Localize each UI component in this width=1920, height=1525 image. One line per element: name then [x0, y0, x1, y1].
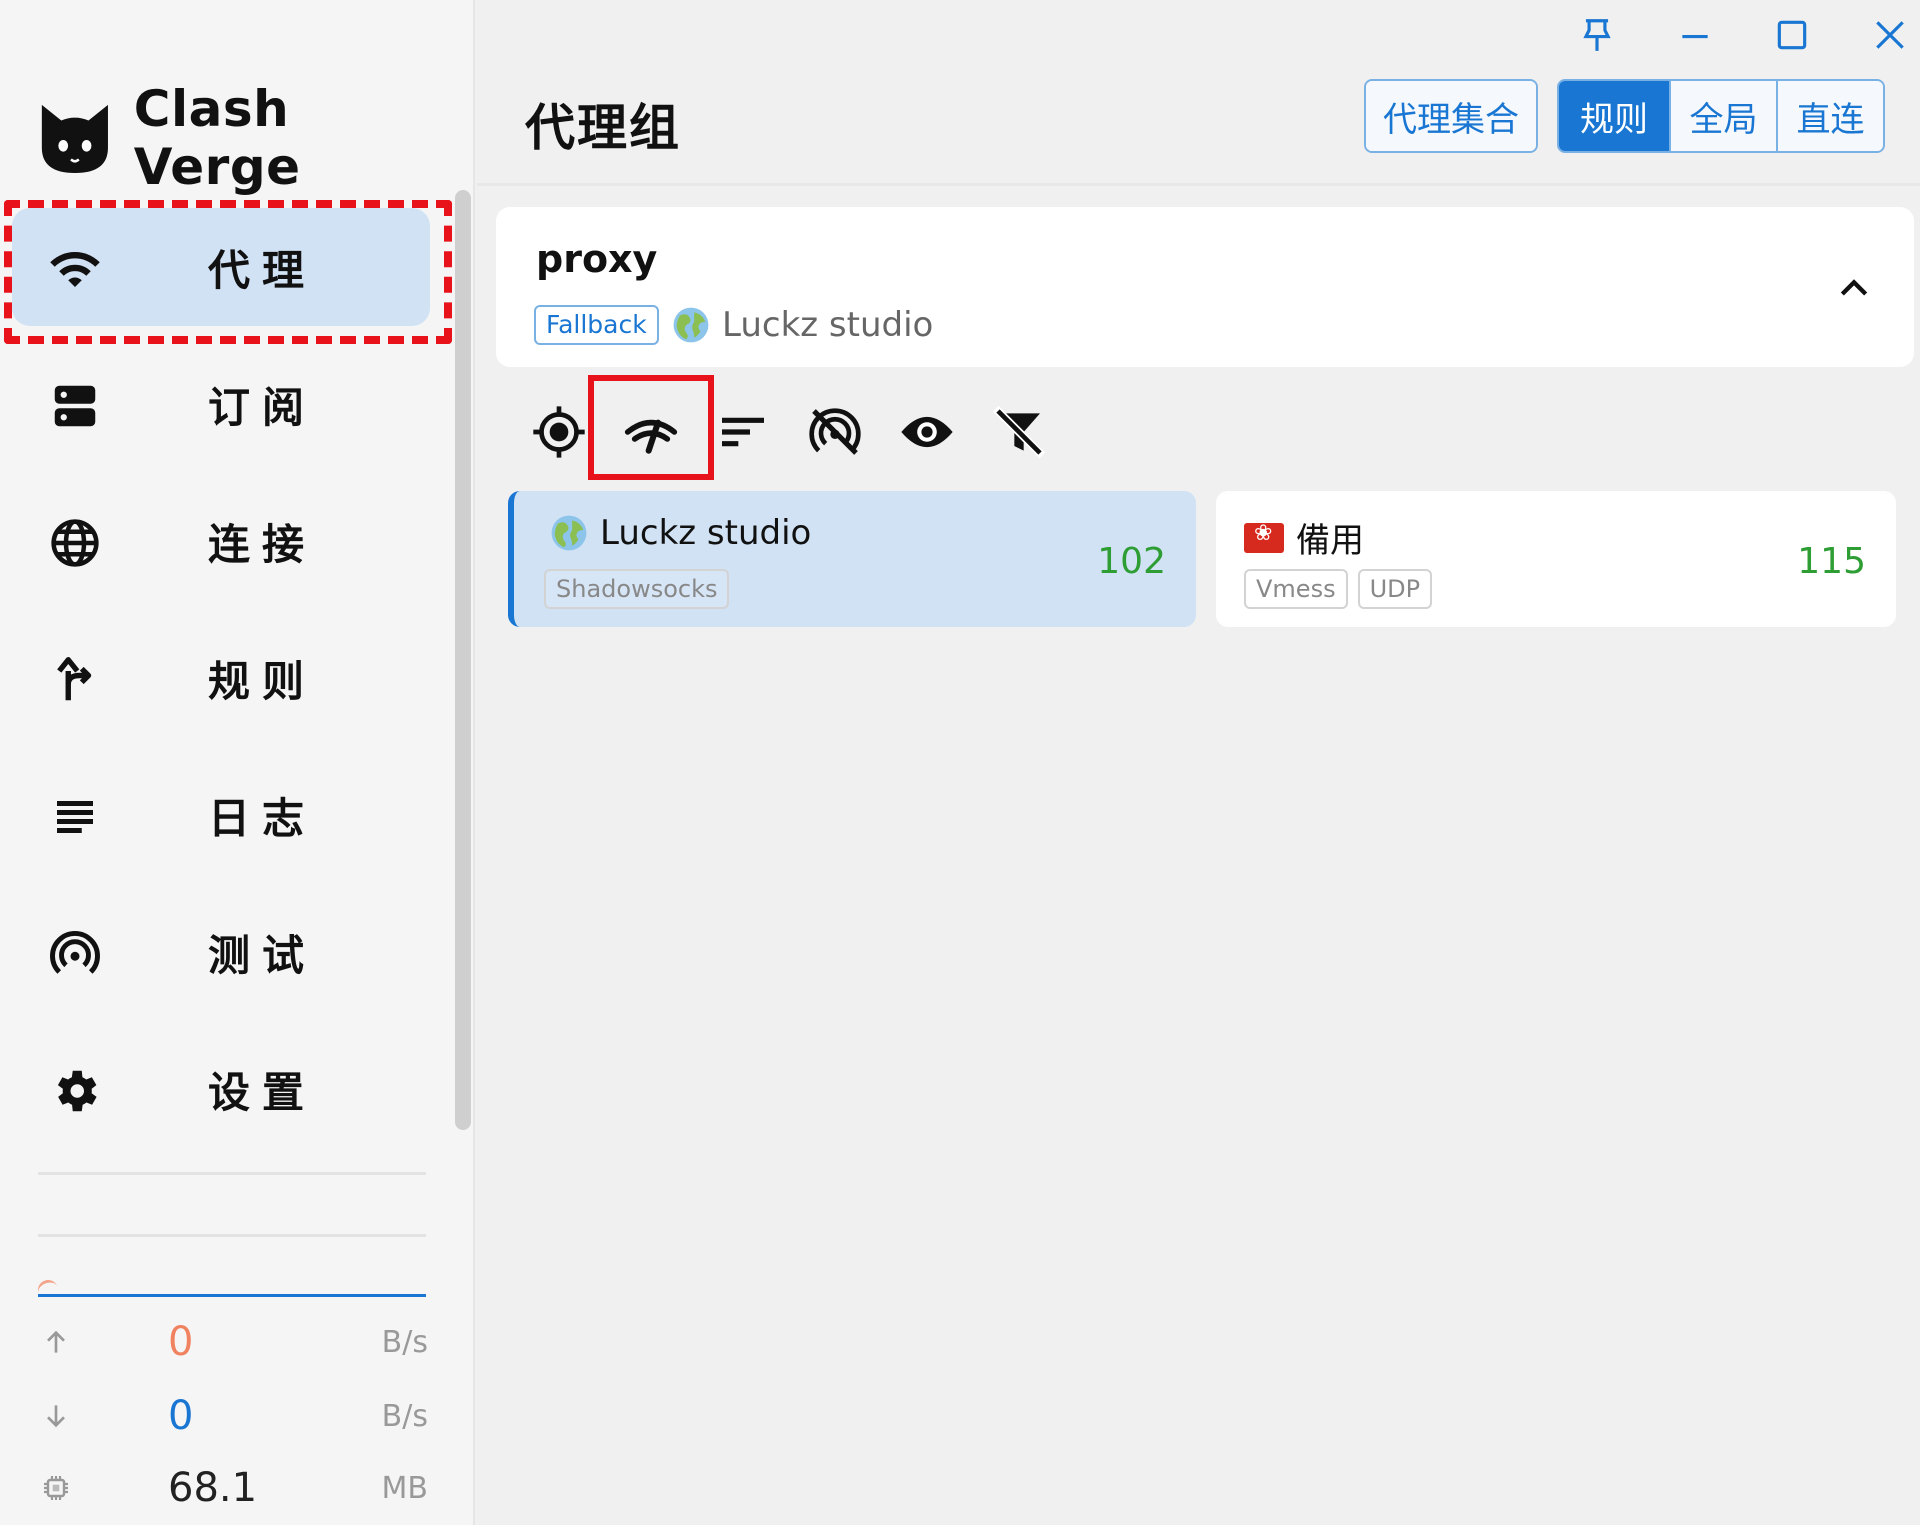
proxy-item-selected[interactable]: Luckz studio Shadowsocks 102 [508, 491, 1196, 627]
page-title: 代理组 [525, 99, 681, 157]
proxy-item[interactable]: 備用 Vmess UDP 115 [1216, 491, 1896, 627]
sort-icon [722, 417, 764, 447]
app-name: Clash Verge [133, 80, 301, 196]
mode-direct-button[interactable]: 直连 [1776, 81, 1883, 151]
group-type-badge: Fallback [534, 305, 659, 345]
upload-speed: 0 B/s [38, 1312, 428, 1372]
speed-test-button[interactable] [619, 400, 683, 464]
sidebar-item-label: 日志 [208, 793, 317, 843]
maximize-icon [1777, 20, 1807, 50]
minimize-icon [1682, 35, 1708, 39]
download-unit: B/s [381, 1398, 428, 1434]
upload-unit: B/s [381, 1324, 428, 1360]
sidebar-item-test[interactable]: 测试 [12, 893, 430, 1011]
fork-icon [48, 653, 102, 707]
hide-unavailable-button[interactable] [803, 400, 867, 464]
sidebar-item-label: 测试 [208, 930, 317, 980]
globe-emoji-icon [551, 515, 587, 551]
pin-window-button[interactable] [1572, 10, 1622, 60]
sidebar-item-label: 订阅 [208, 382, 317, 432]
sidebar-item-label: 代理 [208, 245, 317, 295]
divider [38, 1234, 426, 1237]
app-logo: Clash Verge [36, 80, 473, 196]
proxy-set-button[interactable]: 代理集合 [1364, 79, 1538, 153]
filter-off-icon [992, 405, 1046, 459]
sidebar-item-label: 规则 [208, 656, 317, 706]
upload-value: 0 [168, 1319, 194, 1365]
proxy-name: Luckz studio [550, 513, 811, 553]
download-speed: 0 B/s [38, 1386, 428, 1446]
mode-rule-button[interactable]: 规则 [1559, 81, 1669, 151]
sidebar: Clash Verge 代理 订阅 连接 规则 日志 测试 设置 0 B/s 0… [0, 0, 475, 1525]
memory-usage: 68.1 MB [38, 1458, 428, 1518]
filter-off-button[interactable] [987, 400, 1051, 464]
group-name: proxy [536, 237, 658, 281]
speed-test-icon [624, 419, 678, 454]
globe-emoji-icon [673, 307, 709, 343]
cat-logo-icon [41, 104, 108, 174]
proxy-tags: Vmess UDP [1244, 569, 1442, 609]
globe-icon [48, 516, 102, 570]
mode-toggle-group: 规则 全局 直连 [1557, 79, 1885, 153]
traffic-graph-download [38, 1294, 426, 1297]
wifi-icon [48, 242, 102, 296]
gear-icon [48, 1064, 102, 1118]
sidebar-scrollbar[interactable] [455, 190, 471, 1130]
chevron-up-icon[interactable] [1834, 269, 1874, 309]
protocol-tag: Vmess [1244, 569, 1348, 609]
eye-icon [901, 416, 953, 448]
storage-icon [48, 379, 102, 433]
arrow-down-icon [38, 1398, 74, 1434]
proxy-name-text: 備用 [1296, 521, 1364, 561]
close-button[interactable] [1865, 10, 1915, 60]
memory-unit: MB [381, 1470, 428, 1506]
hong-kong-flag-icon [1244, 521, 1284, 553]
sidebar-item-proxy[interactable]: 代理 [12, 208, 430, 326]
sidebar-item-settings[interactable]: 设置 [12, 1030, 430, 1148]
header-divider [477, 183, 1920, 186]
sidebar-item-label: 连接 [208, 519, 317, 569]
udp-tag: UDP [1357, 569, 1433, 609]
protocol-tag: Shadowsocks [544, 569, 730, 609]
proxy-set-label: 代理集合 [1366, 81, 1536, 151]
divider [38, 1172, 426, 1175]
sidebar-item-rules[interactable]: 规则 [12, 619, 430, 737]
mode-global-button[interactable]: 全局 [1669, 81, 1776, 151]
locate-button[interactable] [527, 400, 591, 464]
proxy-delay[interactable]: 115 [1797, 541, 1866, 582]
proxy-group-header[interactable]: proxy Fallback Luckz studio [496, 207, 1914, 367]
list-icon [48, 790, 102, 844]
hide-unavailable-icon [809, 408, 861, 455]
memory-chip-icon [38, 1470, 74, 1506]
proxy-tags: Shadowsocks [544, 569, 739, 609]
sidebar-item-subscriptions[interactable]: 订阅 [12, 345, 430, 463]
minimize-button[interactable] [1670, 10, 1720, 60]
proxy-name-text: Luckz studio [600, 513, 812, 553]
show-details-button[interactable] [895, 400, 959, 464]
group-current-proxy-name: Luckz studio [722, 305, 934, 345]
download-value: 0 [168, 1393, 194, 1439]
arrow-up-icon [38, 1324, 74, 1360]
sidebar-nav: 代理 订阅 连接 规则 日志 测试 设置 [12, 208, 430, 1167]
sort-button[interactable] [711, 400, 775, 464]
sidebar-item-label: 设置 [208, 1067, 317, 1117]
sidebar-item-connections[interactable]: 连接 [12, 482, 430, 600]
proxy-name: 備用 [1244, 513, 1364, 562]
memory-value: 68.1 [168, 1465, 258, 1511]
close-icon [1876, 21, 1904, 49]
proxy-delay[interactable]: 102 [1097, 541, 1166, 582]
proxy-group-toolbar [527, 400, 1079, 464]
group-current-proxy: Luckz studio [672, 303, 933, 347]
maximize-button[interactable] [1767, 10, 1817, 60]
traffic-graph-upload [35, 1277, 61, 1303]
pin-icon [1583, 19, 1611, 51]
sidebar-item-logs[interactable]: 日志 [12, 756, 430, 874]
locate-icon [533, 406, 585, 458]
radar-icon [48, 927, 102, 981]
